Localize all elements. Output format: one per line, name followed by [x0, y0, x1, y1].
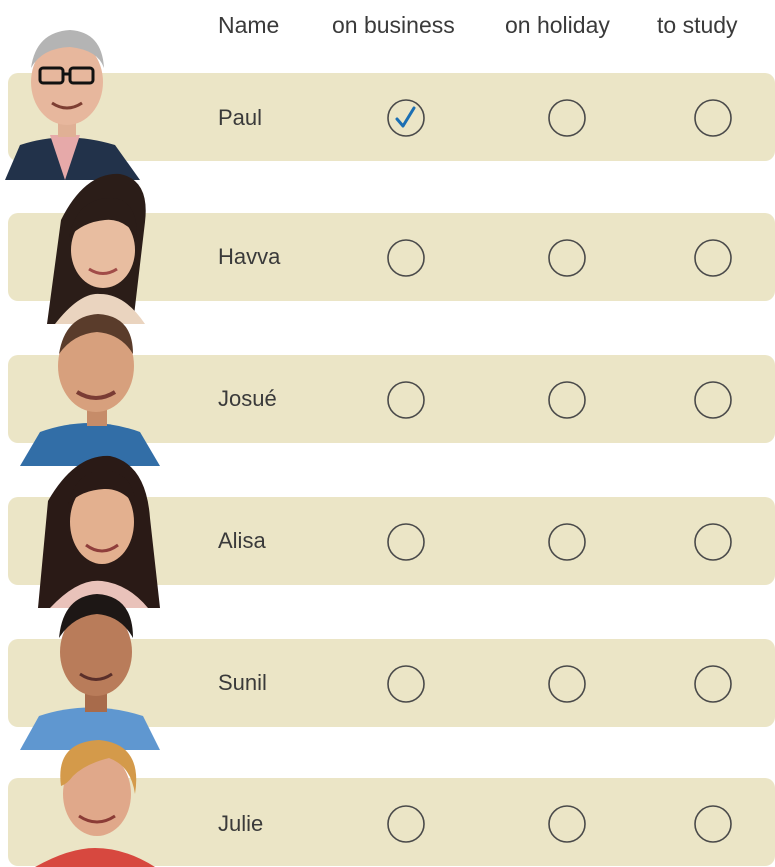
radio-alisa-to-study[interactable]: [692, 521, 734, 563]
circle-icon: [387, 381, 425, 419]
woman-long-hair-portrait-icon: [38, 455, 160, 608]
circle-icon: [694, 805, 732, 843]
circle-icon: [548, 381, 586, 419]
person-name: Alisa: [218, 528, 266, 553]
circle-icon: [694, 99, 732, 137]
radio-sunil-on-holiday[interactable]: [546, 663, 588, 705]
circle-icon: [548, 523, 586, 561]
person-name: Sunil: [218, 670, 267, 695]
woman-bangs-portrait-icon: [47, 173, 146, 324]
avatar-josue: [15, 304, 165, 466]
person-name: Josué: [218, 386, 277, 411]
man-glasses-portrait-icon: [5, 30, 140, 180]
woman-short-blonde-portrait-icon: [35, 740, 155, 867]
radio-josue-on-business[interactable]: [385, 379, 427, 421]
person-name: Havva: [218, 244, 281, 269]
radio-josue-on-holiday[interactable]: [546, 379, 588, 421]
avatar-alisa: [20, 446, 170, 608]
radio-sunil-on-business[interactable]: [385, 663, 427, 705]
avatar-julie: [15, 730, 165, 867]
radio-julie-on-holiday[interactable]: [546, 803, 588, 845]
circle-icon: [694, 523, 732, 561]
circle-icon: [548, 99, 586, 137]
radio-paul-on-holiday[interactable]: [546, 97, 588, 139]
table-row-sunil: Sunil: [0, 588, 775, 750]
table-row-julie: Julie: [0, 730, 775, 867]
radio-josue-to-study[interactable]: [692, 379, 734, 421]
table-row-josue: Josué: [0, 304, 775, 466]
circle-icon: [387, 523, 425, 561]
radio-sunil-to-study[interactable]: [692, 663, 734, 705]
person-name: Julie: [218, 811, 264, 836]
table-row-havva: Havva: [0, 162, 775, 324]
circle-icon: [387, 239, 425, 277]
table-row-alisa: Alisa: [0, 446, 775, 608]
circle-icon: [694, 381, 732, 419]
circle-icon: [548, 665, 586, 703]
radio-alisa-on-business[interactable]: [385, 521, 427, 563]
radio-havva-to-study[interactable]: [692, 237, 734, 279]
avatar-havva: [25, 162, 175, 324]
radio-alisa-on-holiday[interactable]: [546, 521, 588, 563]
radio-julie-to-study[interactable]: [692, 803, 734, 845]
avatar-paul: [0, 20, 140, 182]
circle-icon: [694, 239, 732, 277]
radio-paul-to-study[interactable]: [692, 97, 734, 139]
radio-julie-on-business[interactable]: [385, 803, 427, 845]
radio-havva-on-business[interactable]: [385, 237, 427, 279]
check-circle-icon: [387, 99, 425, 137]
man-dark-hair-portrait-icon: [20, 594, 160, 750]
radio-havva-on-holiday[interactable]: [546, 237, 588, 279]
circle-icon: [548, 805, 586, 843]
person-name: Paul: [218, 105, 263, 130]
circle-icon: [387, 805, 425, 843]
circle-icon: [387, 665, 425, 703]
avatar-sunil: [15, 588, 165, 750]
circle-icon: [694, 665, 732, 703]
circle-icon: [548, 239, 586, 277]
radio-paul-on-business[interactable]: [385, 97, 427, 139]
man-short-hair-portrait-icon: [20, 314, 160, 466]
table-row-paul: Paul: [0, 20, 775, 182]
